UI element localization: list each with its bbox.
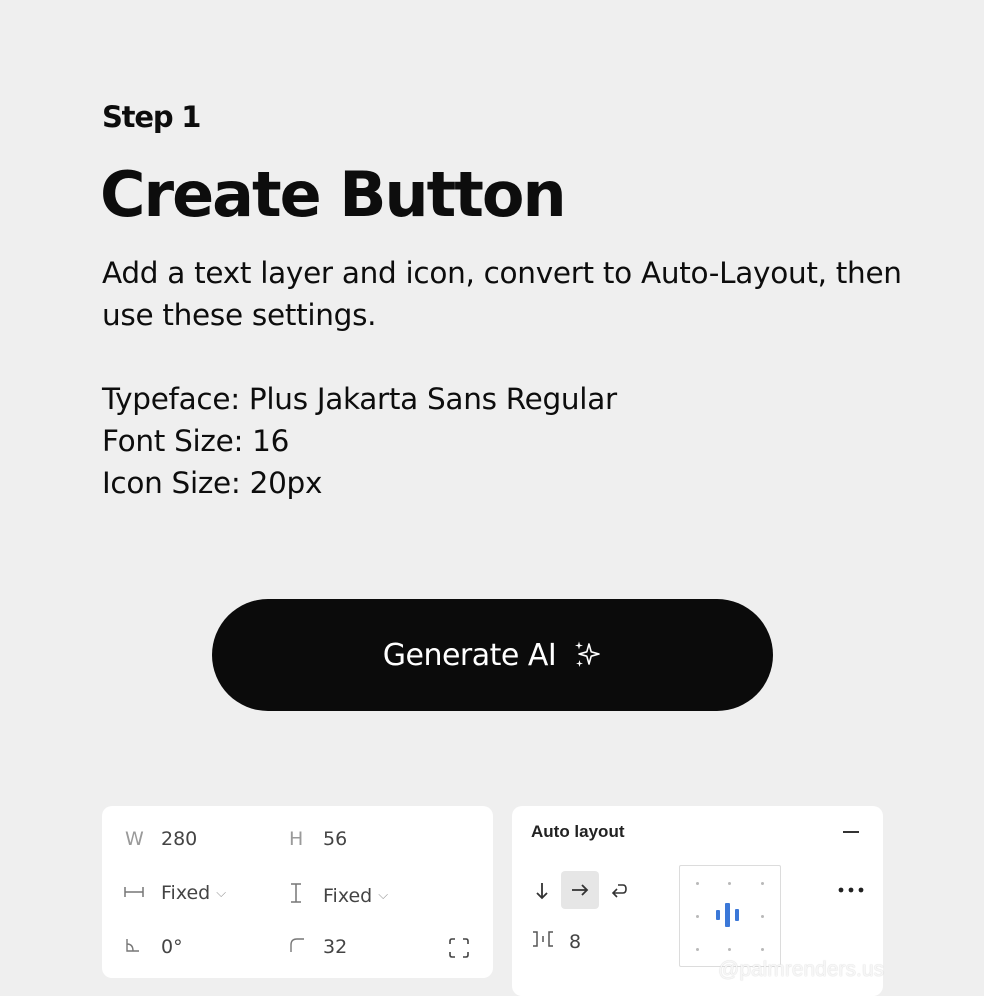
alignment-dot: [696, 915, 699, 918]
page-title: Create Button: [100, 158, 567, 231]
watermark: @palmrenders.us: [718, 958, 885, 981]
alignment-dot: [761, 882, 764, 885]
step-label: Step 1: [102, 100, 201, 134]
chevron-down-icon: ⌵: [216, 885, 227, 901]
independent-corners-icon[interactable]: [447, 936, 471, 960]
sparkle-icon: [572, 640, 602, 670]
horizontal-resize-icon: [123, 882, 161, 904]
height-field[interactable]: H 56: [289, 828, 347, 850]
alignment-dot: [728, 882, 731, 885]
corner-radius-field[interactable]: 32: [289, 936, 347, 958]
vertical-resize-icon: [289, 882, 323, 909]
rotation-value: 0°: [161, 936, 183, 958]
generate-ai-label: Generate AI: [382, 637, 557, 673]
height-mode-value: Fixed: [323, 884, 373, 907]
spec-list: Typeface: Plus Jakarta Sans Regular Font…: [102, 378, 617, 504]
alignment-dot: [728, 948, 731, 951]
width-mode-value: Fixed: [161, 882, 211, 904]
rotation-icon: [125, 936, 161, 958]
description-text: Add a text layer and icon, convert to Au…: [102, 256, 902, 332]
spec-typeface: Typeface: Plus Jakarta Sans Regular: [102, 382, 617, 416]
auto-layout-title: Auto layout: [531, 822, 625, 841]
wrap-direction-button[interactable]: [606, 876, 632, 906]
alignment-dot: [761, 948, 764, 951]
chevron-down-icon: ⌵: [378, 888, 389, 903]
height-value: 56: [323, 828, 348, 850]
corner-radius-value: 32: [323, 936, 348, 958]
rotation-field[interactable]: 0°: [125, 936, 183, 958]
alignment-dot: [696, 948, 699, 951]
width-prefix: W: [125, 828, 144, 850]
gap-value: 8: [569, 930, 582, 953]
alignment-grid[interactable]: [679, 865, 781, 967]
width-field[interactable]: W 280: [125, 828, 197, 850]
remove-auto-layout-button[interactable]: [840, 822, 862, 842]
gap-field[interactable]: 8: [531, 930, 581, 953]
gap-icon: [531, 930, 569, 953]
width-value: 280: [161, 828, 198, 850]
horizontal-direction-button[interactable]: [561, 871, 599, 909]
spec-icon-size: Icon Size: 20px: [102, 466, 323, 500]
vertical-direction-button[interactable]: [530, 876, 554, 906]
alignment-indicator-icon: [716, 902, 744, 928]
alignment-dot: [761, 915, 764, 918]
corner-radius-icon: [289, 936, 323, 958]
spec-font-size: Font Size: 16: [102, 424, 290, 458]
height-prefix: H: [289, 828, 304, 850]
width-mode-select[interactable]: Fixed ⌵: [123, 882, 226, 904]
more-options-icon[interactable]: [836, 880, 866, 900]
alignment-dot: [696, 882, 699, 885]
generate-ai-button[interactable]: Generate AI: [212, 599, 773, 711]
height-mode-select[interactable]: Fixed ⌵: [289, 882, 388, 909]
